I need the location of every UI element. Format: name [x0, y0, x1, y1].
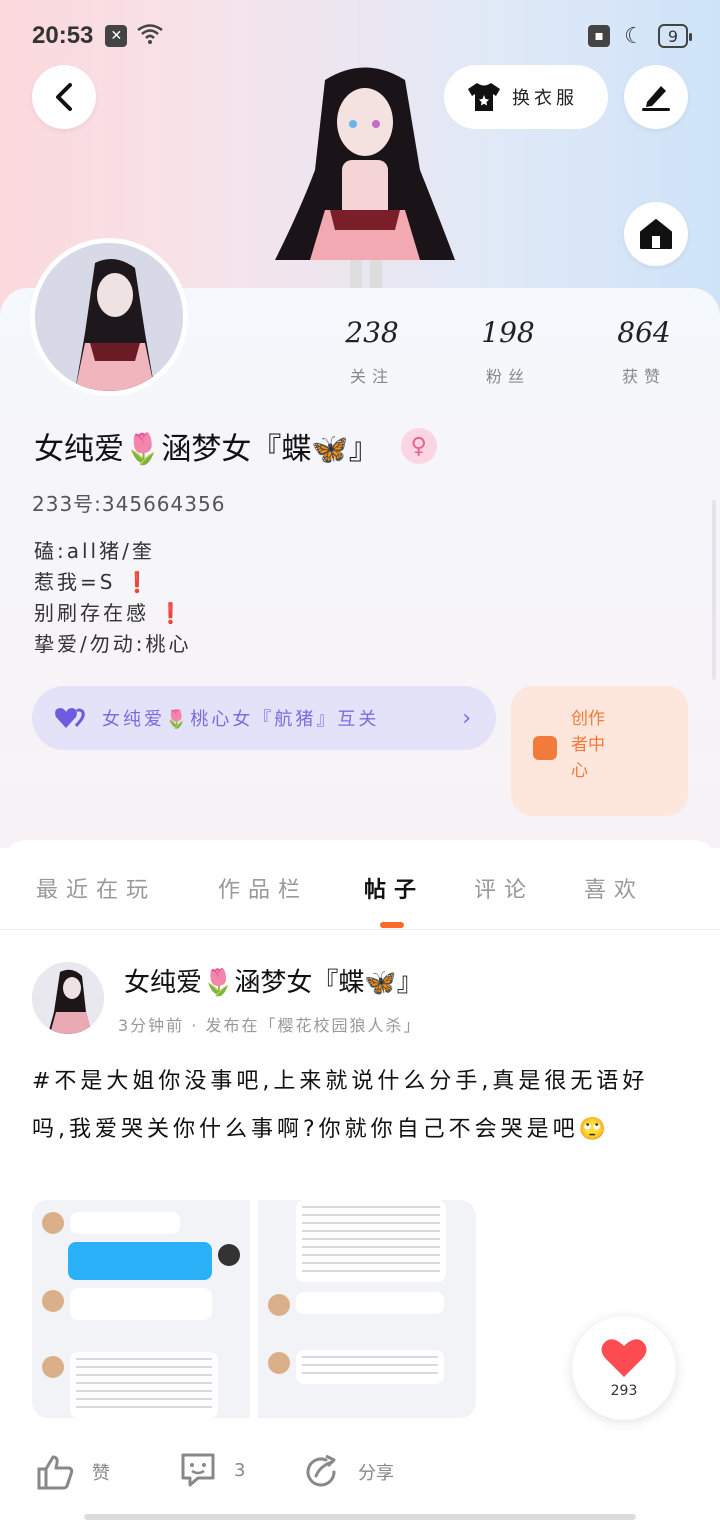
- stat-following[interactable]: 238 关注: [312, 316, 432, 387]
- chevron-right-icon: ›: [462, 705, 474, 731]
- status-time: 20:53: [32, 22, 94, 49]
- comment-icon: [181, 1453, 215, 1487]
- battery-icon: 9: [657, 24, 693, 48]
- moon-icon: ☾: [624, 23, 644, 49]
- exclamation-icon: ❗: [158, 601, 187, 625]
- notification-icon: ✕: [105, 25, 128, 47]
- tab-comments[interactable]: 评论: [474, 872, 534, 904]
- post-actions: 赞 3 分享: [0, 1452, 720, 1500]
- chat-bubble: [296, 1350, 444, 1384]
- stat-followers[interactable]: 198 粉丝: [448, 316, 568, 387]
- post-text: #不是大姐你没事吧,上来就说什么分手,真是很无语好吗,我爱哭关你什么事啊?你就你…: [32, 1069, 649, 1142]
- chat-bubble: [70, 1288, 212, 1320]
- tab-active-indicator: [380, 922, 404, 928]
- chat-bubble: [70, 1352, 218, 1418]
- bio-line-text: 惹我=S: [34, 570, 116, 594]
- stat-followers-value: 198: [481, 316, 535, 349]
- share-action[interactable]: 分享: [304, 1454, 394, 1490]
- comment-action[interactable]: 3: [180, 1452, 245, 1488]
- tab-recent[interactable]: 最近在玩: [36, 872, 156, 904]
- post-image-1[interactable]: [32, 1200, 250, 1418]
- tab-works[interactable]: 作品栏: [218, 872, 308, 904]
- shirt-icon: [468, 83, 500, 111]
- mutual-friend-text: 女纯爱🌷桃心女『航猪』互关: [102, 709, 380, 730]
- gamepad-icon: [533, 736, 557, 760]
- chat-bubble: [296, 1200, 446, 1282]
- stat-followers-label: 粉丝: [485, 367, 530, 386]
- like-count: 293: [610, 1383, 638, 1399]
- post-author-name[interactable]: 女纯爱🌷涵梦女『蝶🦋』: [124, 962, 423, 999]
- chevron-left-icon: [56, 83, 72, 111]
- stat-following-value: 238: [345, 316, 399, 349]
- tab-posts[interactable]: 帖子: [364, 872, 424, 904]
- share-icon: [306, 1454, 336, 1487]
- chat-bubble: [70, 1212, 180, 1234]
- post-image-2[interactable]: [258, 1200, 476, 1418]
- profile-nickname: 女纯爱🌷涵梦女『蝶🦋』 ♀: [34, 424, 437, 468]
- chat-avatar: [218, 1244, 240, 1266]
- character-avatar-figure: [270, 60, 460, 290]
- double-heart-icon: [55, 708, 85, 728]
- stat-likes-label: 获赞: [621, 367, 666, 386]
- creator-center-title: 创作: [571, 709, 605, 729]
- bio-line: 惹我=S ❗: [34, 567, 191, 598]
- stat-following-label: 关注: [349, 367, 394, 386]
- creator-center-suffix: 心: [571, 761, 588, 781]
- chat-avatar: [268, 1294, 290, 1316]
- stat-likes[interactable]: 864 获赞: [584, 316, 704, 387]
- mutual-friend-bar[interactable]: 女纯爱🌷桃心女『航猪』互关 ›: [32, 686, 496, 750]
- profile-avatar[interactable]: [30, 238, 188, 396]
- home-button[interactable]: [624, 202, 688, 266]
- bio-line: 挚爱/勿动:桃心: [34, 632, 192, 656]
- change-outfit-button[interactable]: 换衣服: [444, 65, 608, 129]
- chat-bubble-self: [68, 1242, 212, 1280]
- scrollbar[interactable]: [712, 500, 716, 680]
- nickname-text: 女纯爱🌷涵梦女『蝶🦋』: [34, 432, 379, 467]
- like-action-label: 赞: [92, 1463, 110, 1484]
- home-icon: [640, 219, 672, 249]
- thumbs-up-icon: [37, 1455, 74, 1490]
- chat-bubble: [296, 1292, 444, 1314]
- bio-line-text: 别刷存在感: [34, 601, 149, 625]
- share-label: 分享: [358, 1463, 394, 1484]
- chat-avatar: [42, 1356, 64, 1378]
- chat-avatar: [42, 1212, 64, 1234]
- like-fab-button[interactable]: 293: [572, 1316, 676, 1420]
- bio-line: 别刷存在感 ❗: [34, 598, 191, 629]
- heart-icon: [601, 1339, 647, 1377]
- post-author-avatar[interactable]: [32, 962, 104, 1034]
- wifi-icon: [137, 22, 164, 50]
- post-meta: 3分钟前 · 发布在「樱花校园狼人杀」: [118, 1016, 422, 1035]
- chat-avatar: [42, 1290, 64, 1312]
- battery-level: 9: [667, 26, 678, 46]
- edit-profile-button[interactable]: [624, 65, 688, 129]
- tab-likes[interactable]: 喜欢: [584, 872, 644, 904]
- profile-bio: 磕:all猪/奎 惹我=S ❗ 别刷存在感 ❗ 挚爱/勿动:桃心: [34, 536, 191, 660]
- chat-avatar: [268, 1352, 290, 1374]
- message-status-icon: ▪: [588, 25, 611, 47]
- bio-line: 磕:all猪/奎: [34, 539, 155, 563]
- change-outfit-label: 换衣服: [512, 88, 578, 109]
- profile-tabs: 最近在玩 作品栏 帖子 评论 喜欢: [0, 840, 720, 930]
- exclamation-icon: ❗: [124, 570, 153, 594]
- like-action[interactable]: 赞: [36, 1454, 110, 1490]
- system-home-indicator[interactable]: [84, 1514, 636, 1520]
- pen-icon: [642, 86, 670, 111]
- back-button[interactable]: [32, 65, 96, 129]
- female-gender-icon: ♀: [400, 428, 437, 464]
- stat-likes-value: 864: [617, 316, 671, 349]
- comment-count: 3: [234, 1459, 246, 1481]
- creator-center-card[interactable]: 创作 者中 心: [511, 686, 688, 816]
- user-id: 233号:345664356: [32, 492, 226, 516]
